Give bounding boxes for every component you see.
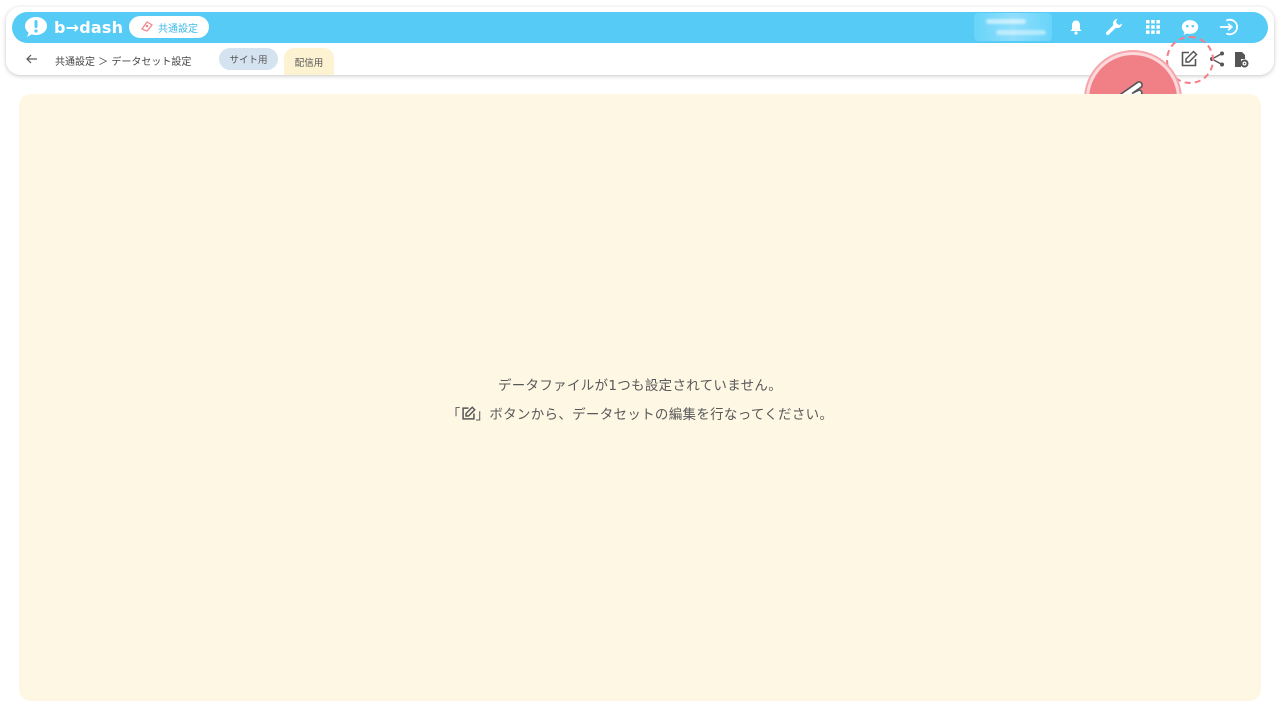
file-settings-icon[interactable]	[1232, 50, 1250, 68]
logo[interactable]: b→dash	[24, 16, 123, 38]
logo-bubble-icon	[24, 16, 50, 38]
wrench-icon[interactable]	[1104, 17, 1124, 37]
assistant-icon[interactable]	[1180, 17, 1200, 37]
mode-label: 共通設定	[158, 23, 198, 35]
user-info[interactable]	[974, 13, 1052, 41]
empty-message-line2: 「」ボタンから、データセットの編集を行なってください。	[0, 403, 1280, 425]
tab-site[interactable]: サイト用	[219, 48, 278, 70]
edit-icon-inline	[461, 406, 476, 425]
tab-site-label: サイト用	[229, 55, 268, 66]
back-arrow-icon[interactable]	[25, 51, 39, 67]
settings-mode-icon	[140, 20, 154, 35]
empty-message-prefix: 「	[446, 407, 461, 423]
apps-grid-icon[interactable]	[1143, 17, 1163, 37]
content-panel	[19, 94, 1261, 701]
empty-message-line1: データファイルが1つも設定されていません。	[497, 378, 783, 394]
mode-badge[interactable]: 共通設定	[129, 16, 209, 38]
tab-delivery-label: 配信用	[294, 57, 324, 69]
logout-icon[interactable]	[1219, 17, 1239, 37]
tab-delivery[interactable]: 配信用	[284, 48, 334, 75]
breadcrumb: 共通設定 ＞ データセット設定	[55, 57, 192, 68]
bell-icon[interactable]	[1066, 17, 1086, 37]
logo-text: b→dash	[54, 17, 124, 37]
empty-message-suffix: 」ボタンから、データセットの編集を行なってください。	[475, 407, 834, 423]
